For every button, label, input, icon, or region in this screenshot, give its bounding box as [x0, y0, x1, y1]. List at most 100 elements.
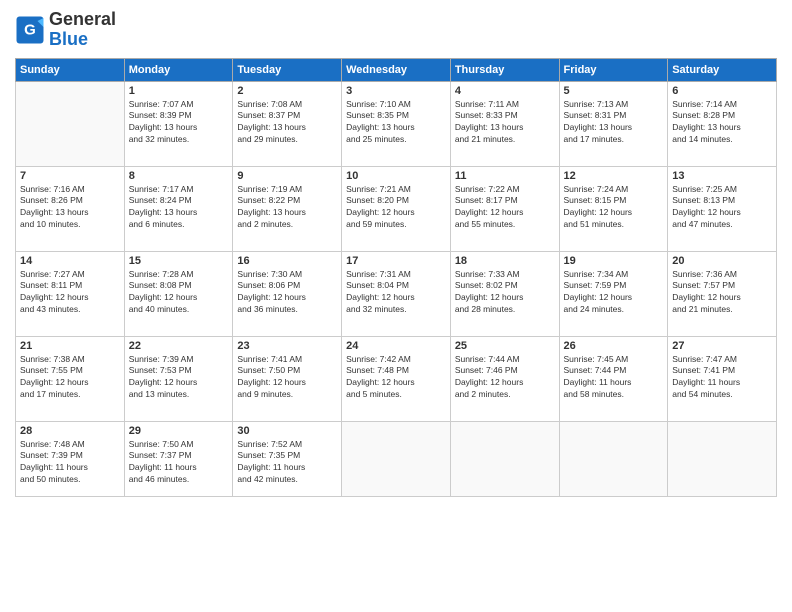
day-info: Sunrise: 7:31 AM Sunset: 8:04 PM Dayligh… [346, 269, 446, 317]
day-info: Sunrise: 7:36 AM Sunset: 7:57 PM Dayligh… [672, 269, 772, 317]
calendar-cell: 16Sunrise: 7:30 AM Sunset: 8:06 PM Dayli… [233, 251, 342, 336]
calendar-cell: 11 Sunrise: 7:22 AM Sunset: 8:17 PM Dayli… [450, 166, 559, 251]
day-info: Sunrise: 7:07 AM Sunset: 8:39 PM Dayligh… [129, 99, 229, 147]
column-header-tuesday: Tuesday [233, 58, 342, 81]
day-number: 17 [346, 255, 446, 267]
day-number: 4 [455, 85, 555, 97]
column-header-thursday: Thursday [450, 58, 559, 81]
day-number: 16 [237, 255, 337, 267]
day-info: Sunrise: 7:17 AM Sunset: 8:24 PM Dayligh… [129, 184, 229, 232]
calendar-cell: 3 Sunrise: 7:10 AM Sunset: 8:35 PM Daylig… [342, 81, 451, 166]
day-info: Sunrise: 7:28 AM Sunset: 8:08 PM Dayligh… [129, 269, 229, 317]
day-number: 21 [20, 340, 120, 352]
calendar-cell: 7Sunrise: 7:16 AM Sunset: 8:26 PM Daylig… [16, 166, 125, 251]
calendar-cell: 18 Sunrise: 7:33 AM Sunset: 8:02 PM Dayli… [450, 251, 559, 336]
day-info: Sunrise: 7:27 AM Sunset: 8:11 PM Dayligh… [20, 269, 120, 317]
day-info: Sunrise: 7:45 AM Sunset: 7:44 PM Dayligh… [564, 354, 664, 402]
calendar-cell: 12 Sunrise: 7:24 AM Sunset: 8:15 PM Dayli… [559, 166, 668, 251]
day-info: Sunrise: 7:08 AM Sunset: 8:37 PM Dayligh… [237, 99, 337, 147]
calendar-cell: 15 Sunrise: 7:28 AM Sunset: 8:08 PM Dayli… [124, 251, 233, 336]
calendar-cell: 22 Sunrise: 7:39 AM Sunset: 7:53 PM Dayli… [124, 336, 233, 421]
day-number: 26 [564, 340, 664, 352]
day-number: 10 [346, 170, 446, 182]
calendar-cell: 5 Sunrise: 7:13 AM Sunset: 8:31 PM Daylig… [559, 81, 668, 166]
day-info: Sunrise: 7:47 AM Sunset: 7:41 PM Dayligh… [672, 354, 772, 402]
column-header-wednesday: Wednesday [342, 58, 451, 81]
day-info: Sunrise: 7:24 AM Sunset: 8:15 PM Dayligh… [564, 184, 664, 232]
day-number: 19 [564, 255, 664, 267]
day-number: 2 [237, 85, 337, 97]
calendar-cell: 8 Sunrise: 7:17 AM Sunset: 8:24 PM Daylig… [124, 166, 233, 251]
day-number: 11 [455, 170, 555, 182]
calendar-cell: 21 Sunrise: 7:38 AM Sunset: 7:55 PM Dayli… [16, 336, 125, 421]
day-info: Sunrise: 7:50 AM Sunset: 7:37 PM Dayligh… [129, 439, 229, 487]
column-header-monday: Monday [124, 58, 233, 81]
column-header-saturday: Saturday [668, 58, 777, 81]
week-row-5: 28 Sunrise: 7:48 AM Sunset: 7:39 PM Dayli… [16, 421, 777, 496]
day-info: Sunrise: 7:48 AM Sunset: 7:39 PM Dayligh… [20, 439, 120, 487]
calendar-cell: 20 Sunrise: 7:36 AM Sunset: 7:57 PM Dayli… [668, 251, 777, 336]
calendar-cell: 25 Sunrise: 7:44 AM Sunset: 7:46 PM Dayli… [450, 336, 559, 421]
day-info: Sunrise: 7:21 AM Sunset: 8:20 PM Dayligh… [346, 184, 446, 232]
calendar-cell [668, 421, 777, 496]
calendar-cell: 13 Sunrise: 7:25 AM Sunset: 8:13 PM Dayli… [668, 166, 777, 251]
day-info: Sunrise: 7:19 AM Sunset: 8:22 PM Dayligh… [237, 184, 337, 232]
day-number: 28 [20, 425, 120, 437]
calendar-cell: 23Sunrise: 7:41 AM Sunset: 7:50 PM Dayli… [233, 336, 342, 421]
day-number: 3 [346, 85, 446, 97]
day-info: Sunrise: 7:16 AM Sunset: 8:26 PM Dayligh… [20, 184, 120, 232]
week-row-3: 14Sunrise: 7:27 AM Sunset: 8:11 PM Dayli… [16, 251, 777, 336]
day-info: Sunrise: 7:44 AM Sunset: 7:46 PM Dayligh… [455, 354, 555, 402]
day-info: Sunrise: 7:34 AM Sunset: 7:59 PM Dayligh… [564, 269, 664, 317]
calendar-cell: 27 Sunrise: 7:47 AM Sunset: 7:41 PM Dayli… [668, 336, 777, 421]
calendar-cell: 10 Sunrise: 7:21 AM Sunset: 8:20 PM Dayli… [342, 166, 451, 251]
day-info: Sunrise: 7:38 AM Sunset: 7:55 PM Dayligh… [20, 354, 120, 402]
day-info: Sunrise: 7:11 AM Sunset: 8:33 PM Dayligh… [455, 99, 555, 147]
calendar-cell: 19 Sunrise: 7:34 AM Sunset: 7:59 PM Dayli… [559, 251, 668, 336]
logo: G General Blue [15, 10, 116, 50]
day-number: 23 [237, 340, 337, 352]
day-number: 8 [129, 170, 229, 182]
day-number: 18 [455, 255, 555, 267]
calendar-cell: 1Sunrise: 7:07 AM Sunset: 8:39 PM Daylig… [124, 81, 233, 166]
day-info: Sunrise: 7:22 AM Sunset: 8:17 PM Dayligh… [455, 184, 555, 232]
day-number: 20 [672, 255, 772, 267]
week-row-1: 1Sunrise: 7:07 AM Sunset: 8:39 PM Daylig… [16, 81, 777, 166]
calendar-cell: 9Sunrise: 7:19 AM Sunset: 8:22 PM Daylig… [233, 166, 342, 251]
day-number: 29 [129, 425, 229, 437]
calendar-cell: 28 Sunrise: 7:48 AM Sunset: 7:39 PM Dayli… [16, 421, 125, 496]
logo-text: General Blue [49, 10, 116, 50]
day-number: 25 [455, 340, 555, 352]
day-info: Sunrise: 7:39 AM Sunset: 7:53 PM Dayligh… [129, 354, 229, 402]
day-number: 27 [672, 340, 772, 352]
calendar-cell [16, 81, 125, 166]
day-info: Sunrise: 7:52 AM Sunset: 7:35 PM Dayligh… [237, 439, 337, 487]
week-row-4: 21 Sunrise: 7:38 AM Sunset: 7:55 PM Dayli… [16, 336, 777, 421]
column-header-sunday: Sunday [16, 58, 125, 81]
day-number: 13 [672, 170, 772, 182]
calendar-table: SundayMondayTuesdayWednesdayThursdayFrid… [15, 58, 777, 497]
day-number: 12 [564, 170, 664, 182]
calendar-cell: 17 Sunrise: 7:31 AM Sunset: 8:04 PM Dayli… [342, 251, 451, 336]
day-number: 5 [564, 85, 664, 97]
column-header-friday: Friday [559, 58, 668, 81]
calendar-header-row: SundayMondayTuesdayWednesdayThursdayFrid… [16, 58, 777, 81]
day-number: 22 [129, 340, 229, 352]
header: G General Blue [15, 10, 777, 50]
calendar-cell: 6Sunrise: 7:14 AM Sunset: 8:28 PM Daylig… [668, 81, 777, 166]
day-info: Sunrise: 7:33 AM Sunset: 8:02 PM Dayligh… [455, 269, 555, 317]
calendar-cell: 29 Sunrise: 7:50 AM Sunset: 7:37 PM Dayli… [124, 421, 233, 496]
svg-text:G: G [24, 21, 36, 38]
week-row-2: 7Sunrise: 7:16 AM Sunset: 8:26 PM Daylig… [16, 166, 777, 251]
calendar-cell [450, 421, 559, 496]
calendar-cell [342, 421, 451, 496]
day-info: Sunrise: 7:10 AM Sunset: 8:35 PM Dayligh… [346, 99, 446, 147]
calendar-cell: 2 Sunrise: 7:08 AM Sunset: 8:37 PM Daylig… [233, 81, 342, 166]
calendar-cell [559, 421, 668, 496]
day-info: Sunrise: 7:13 AM Sunset: 8:31 PM Dayligh… [564, 99, 664, 147]
day-number: 6 [672, 85, 772, 97]
logo-icon: G [15, 15, 45, 45]
day-info: Sunrise: 7:25 AM Sunset: 8:13 PM Dayligh… [672, 184, 772, 232]
day-number: 15 [129, 255, 229, 267]
calendar-cell: 26 Sunrise: 7:45 AM Sunset: 7:44 PM Dayli… [559, 336, 668, 421]
